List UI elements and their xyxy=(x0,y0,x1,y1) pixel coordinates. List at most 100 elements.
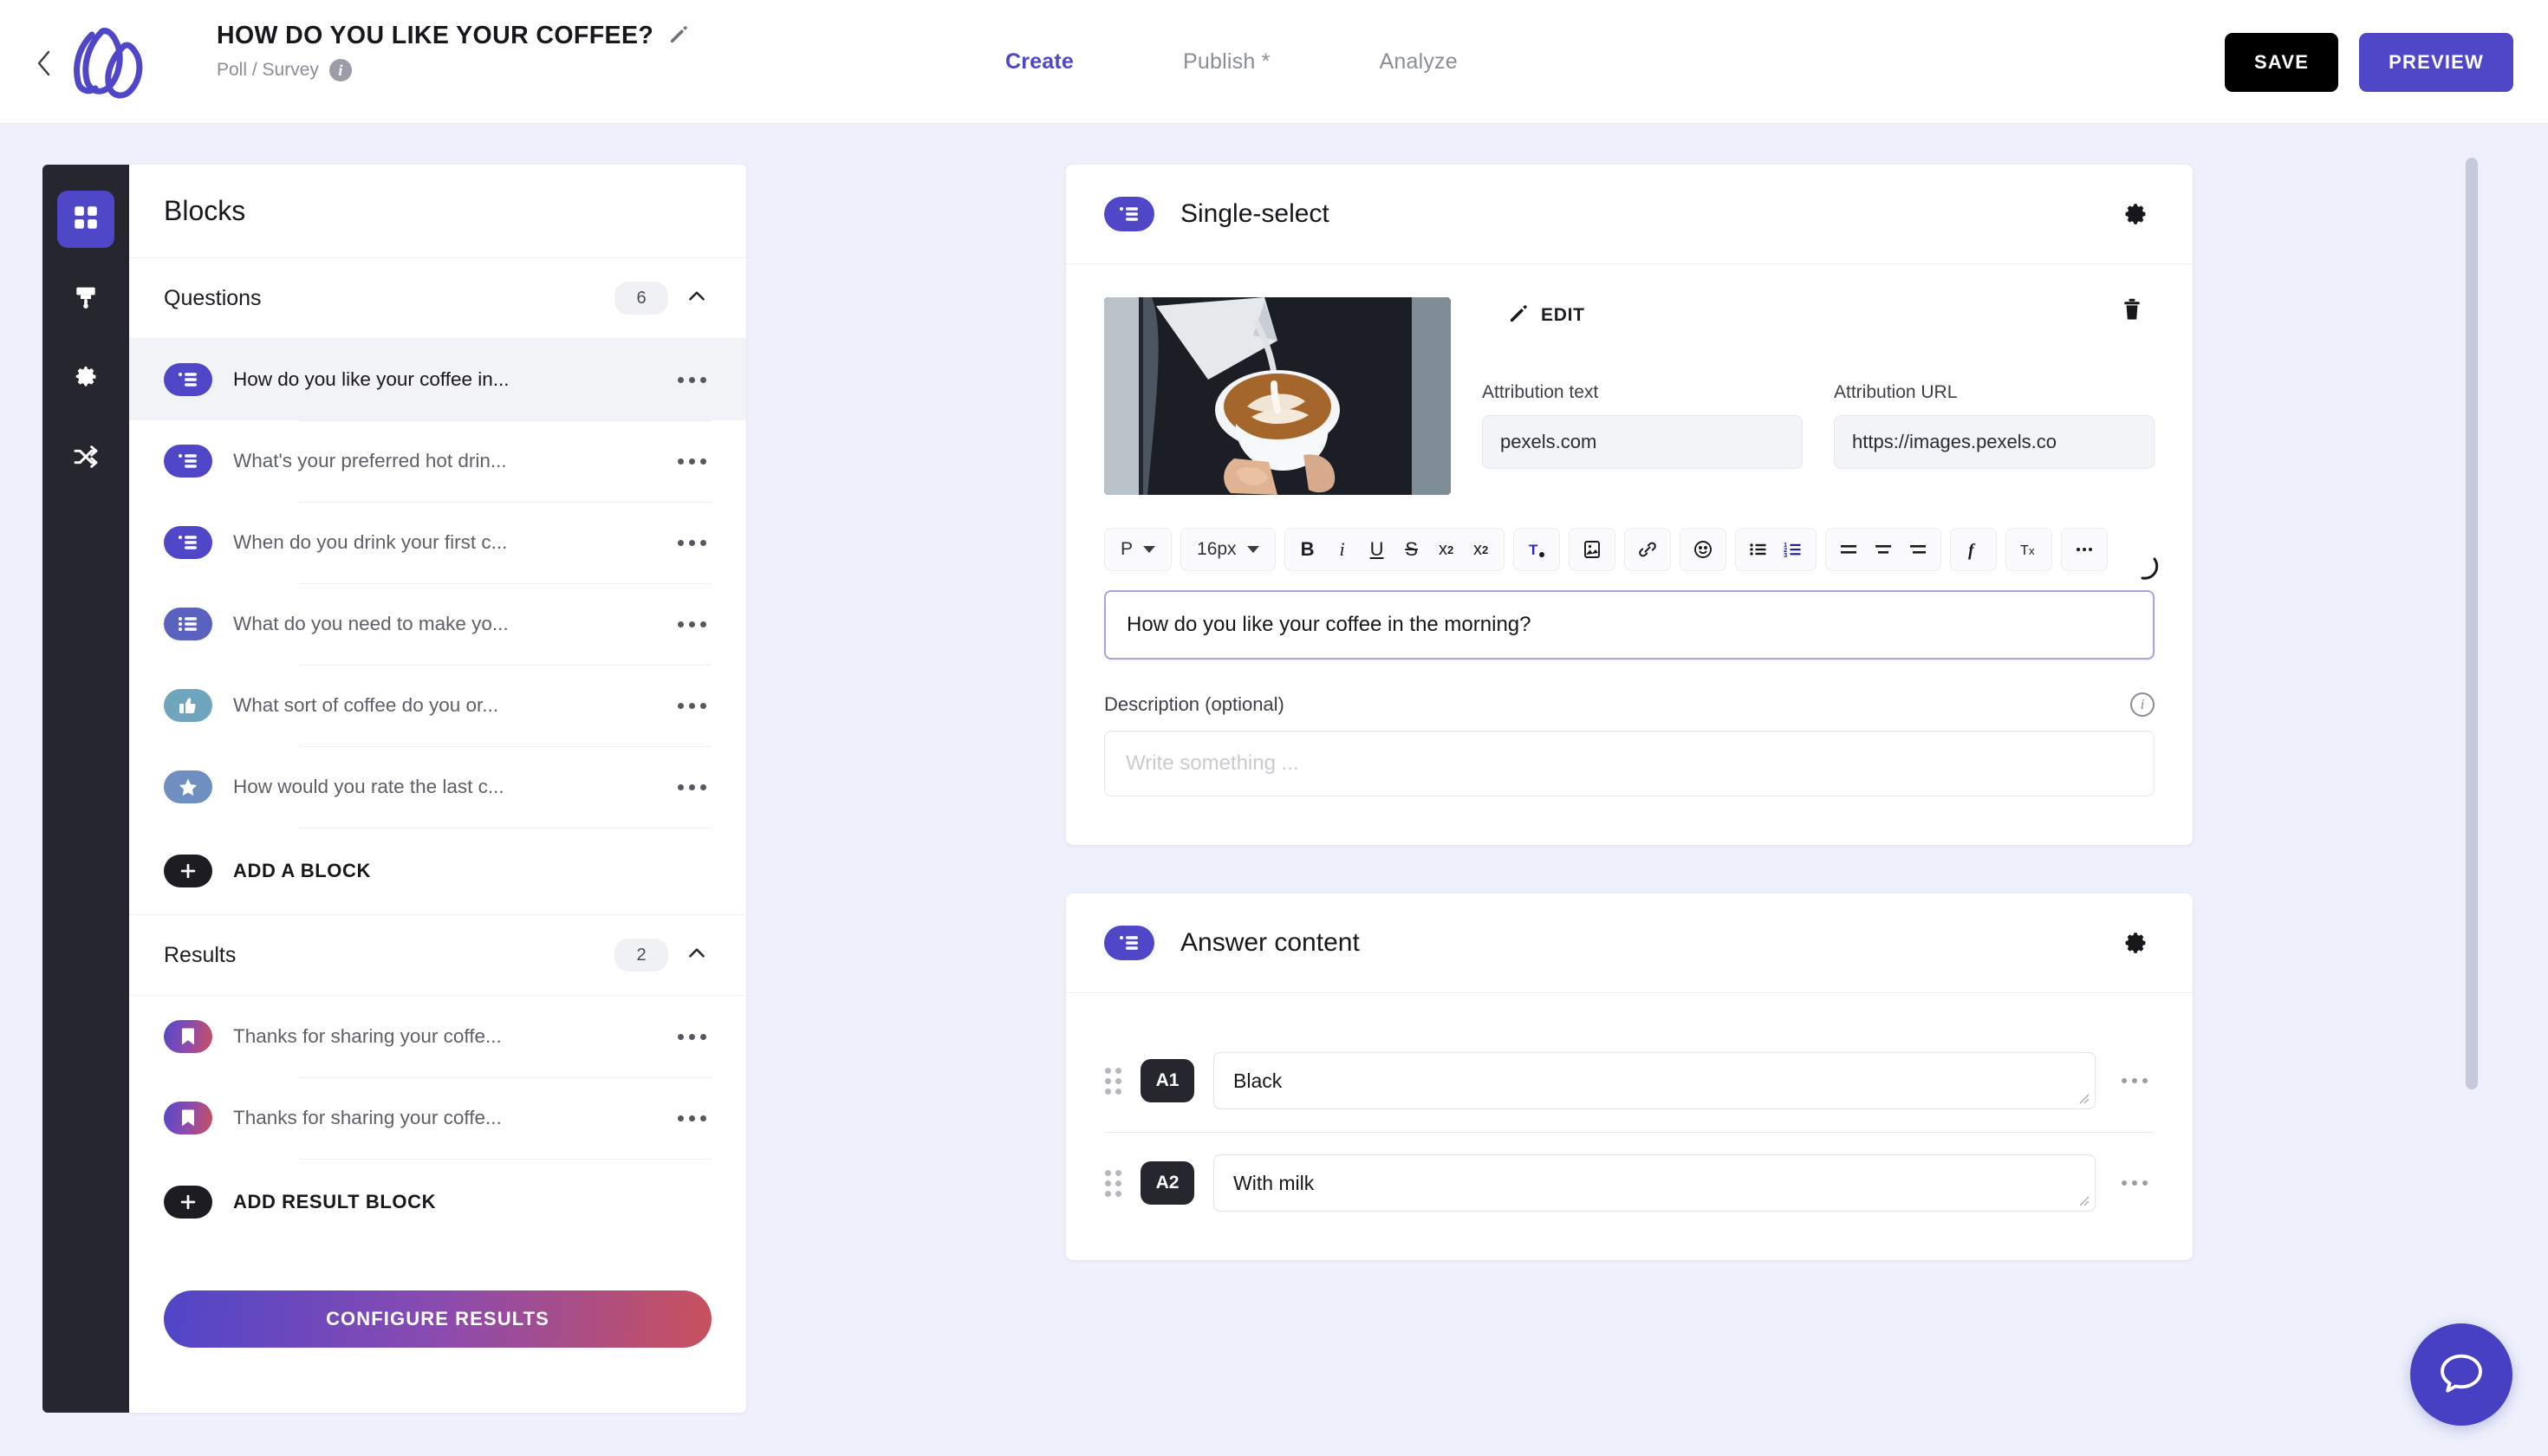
underline-button[interactable]: U xyxy=(1360,532,1394,567)
rail-item-design[interactable] xyxy=(57,270,114,328)
save-button[interactable]: SAVE xyxy=(2225,32,2339,92)
text-color-icon[interactable]: T xyxy=(1519,532,1554,567)
coffee-latte-photo[interactable] xyxy=(1104,297,1451,495)
drag-handle-icon[interactable] xyxy=(1104,1066,1121,1095)
add-result-block-button[interactable]: ADD RESULT BLOCK xyxy=(129,1159,746,1245)
tab-analyze[interactable]: Analyze xyxy=(1380,49,1458,75)
ellipsis-icon[interactable] xyxy=(672,444,712,478)
blocks-panel: Blocks Questions 6 How do you like your … xyxy=(129,165,746,1413)
main-content: Single-select EDIT Attribution text pexe… xyxy=(1066,165,2193,1309)
configure-results-button[interactable]: CONFIGURE RESULTS xyxy=(164,1290,712,1348)
list-item[interactable]: Thanks for sharing your coffe... xyxy=(129,996,746,1077)
gear-icon[interactable] xyxy=(2116,195,2155,233)
results-section-label: Results xyxy=(164,942,237,967)
preview-button[interactable]: PREVIEW xyxy=(2359,32,2513,92)
bullet-list-icon[interactable] xyxy=(1741,532,1776,567)
attribution-text-input[interactable] xyxy=(1482,415,1803,469)
vertical-scrollbar[interactable] xyxy=(2466,158,2478,1089)
align-left-icon[interactable] xyxy=(1831,532,1866,567)
description-input[interactable] xyxy=(1104,731,2155,796)
results-section-header: Results 2 xyxy=(129,915,746,995)
align-group xyxy=(1824,528,1941,571)
ellipsis-icon[interactable] xyxy=(672,770,712,804)
subscript-button[interactable]: x2 xyxy=(1464,532,1498,567)
list-item[interactable]: When do you drink your first c... xyxy=(129,502,746,583)
emoji-icon[interactable] xyxy=(1686,532,1720,567)
attribution-text-field: Attribution text xyxy=(1482,382,1803,469)
ellipsis-icon[interactable] xyxy=(672,362,712,397)
bold-button[interactable]: B xyxy=(1290,532,1325,567)
drag-handle-icon[interactable] xyxy=(1104,1168,1121,1198)
back-button[interactable] xyxy=(31,49,57,78)
pencil-icon[interactable] xyxy=(668,24,689,45)
list-item[interactable]: What sort of coffee do you or... xyxy=(129,665,746,746)
ellipsis-icon[interactable] xyxy=(2115,1063,2155,1098)
description-header: Description (optional) i xyxy=(1104,692,2155,717)
question-text-input[interactable] xyxy=(1104,590,2155,660)
font-size-select[interactable]: 16px xyxy=(1186,539,1270,560)
ellipsis-icon[interactable] xyxy=(672,525,712,560)
tab-publish[interactable]: Publish * xyxy=(1183,49,1270,75)
ellipsis-icon[interactable] xyxy=(672,688,712,723)
answer-rows: A1 A2 xyxy=(1066,993,2193,1260)
align-center-icon[interactable] xyxy=(1866,532,1901,567)
align-right-icon[interactable] xyxy=(1901,532,1935,567)
answer-index-badge: A2 xyxy=(1141,1161,1194,1205)
svg-text:3: 3 xyxy=(1784,551,1787,559)
multi-select-icon xyxy=(164,608,212,640)
list-item[interactable]: Thanks for sharing your coffe... xyxy=(129,1077,746,1159)
ellipsis-icon[interactable] xyxy=(2067,532,2102,567)
rail-item-logic[interactable] xyxy=(57,430,114,487)
edit-image-button[interactable]: EDIT xyxy=(1508,303,1585,328)
media-details: EDIT Attribution text Attribution URL xyxy=(1482,297,2155,495)
ellipsis-icon[interactable] xyxy=(672,607,712,641)
blocks-panel-title: Blocks xyxy=(164,195,246,226)
answer-text-input[interactable] xyxy=(1213,1154,2096,1212)
list-item[interactable]: What's your preferred hot drin... xyxy=(129,420,746,502)
tab-create[interactable]: Create xyxy=(1005,49,1074,75)
gear-icon[interactable] xyxy=(2116,924,2155,962)
rail-item-settings[interactable] xyxy=(57,350,114,407)
strikethrough-button[interactable]: S xyxy=(1394,532,1429,567)
question-card-header: Single-select xyxy=(1066,165,2193,264)
link-icon[interactable] xyxy=(1630,532,1665,567)
question-card-title: Single-select xyxy=(1180,199,1329,228)
answer-text-input[interactable] xyxy=(1213,1052,2096,1109)
subtitle-text: Poll / Survey xyxy=(217,60,319,80)
list-item[interactable]: How would you rate the last c... xyxy=(129,746,746,828)
ellipsis-icon[interactable] xyxy=(672,1019,712,1054)
numbered-list-icon[interactable]: 123 xyxy=(1776,532,1810,567)
insert-image-group xyxy=(1568,528,1615,571)
info-icon[interactable]: i xyxy=(328,59,352,81)
single-select-icon xyxy=(164,363,212,396)
info-icon[interactable]: i xyxy=(2130,692,2155,717)
add-a-block-button[interactable]: ADD A BLOCK xyxy=(129,828,746,914)
insert-image-icon[interactable] xyxy=(1575,532,1609,567)
superscript-button[interactable]: x2 xyxy=(1429,532,1464,567)
italic-button[interactable]: i xyxy=(1325,532,1360,567)
trash-icon[interactable] xyxy=(2120,297,2155,332)
brand-logo-icon[interactable] xyxy=(62,24,146,101)
emoji-group xyxy=(1679,528,1726,571)
answer-card-header: Answer content xyxy=(1066,894,2193,993)
blocks-panel-header: Blocks xyxy=(129,165,746,258)
questions-collapse-toggle[interactable] xyxy=(682,283,712,313)
media-row: EDIT Attribution text Attribution URL xyxy=(1104,297,2155,495)
ellipsis-icon[interactable] xyxy=(672,1101,712,1135)
ellipsis-icon[interactable] xyxy=(2115,1166,2155,1200)
results-collapse-toggle[interactable] xyxy=(682,940,712,970)
questions-count-badge: 6 xyxy=(614,282,668,315)
list-item[interactable]: How do you like your coffee in... xyxy=(129,339,746,420)
font-size-group: 16px xyxy=(1180,528,1276,571)
editor-resize-handle[interactable] xyxy=(2132,556,2161,585)
answer-input-wrapper xyxy=(1213,1154,2096,1212)
rail-item-blocks[interactable] xyxy=(57,191,114,248)
attribution-url-input[interactable] xyxy=(1834,415,2155,469)
list-item-label: What do you need to make yo... xyxy=(233,613,509,634)
paragraph-style-select[interactable]: P xyxy=(1110,539,1166,560)
clear-formatting-icon[interactable]: Tx xyxy=(2012,532,2046,567)
list-item[interactable]: What do you need to make yo... xyxy=(129,583,746,665)
chat-button[interactable] xyxy=(2410,1323,2512,1426)
formula-icon[interactable]: f xyxy=(1956,532,1991,567)
svg-text:T: T xyxy=(2020,543,2029,558)
